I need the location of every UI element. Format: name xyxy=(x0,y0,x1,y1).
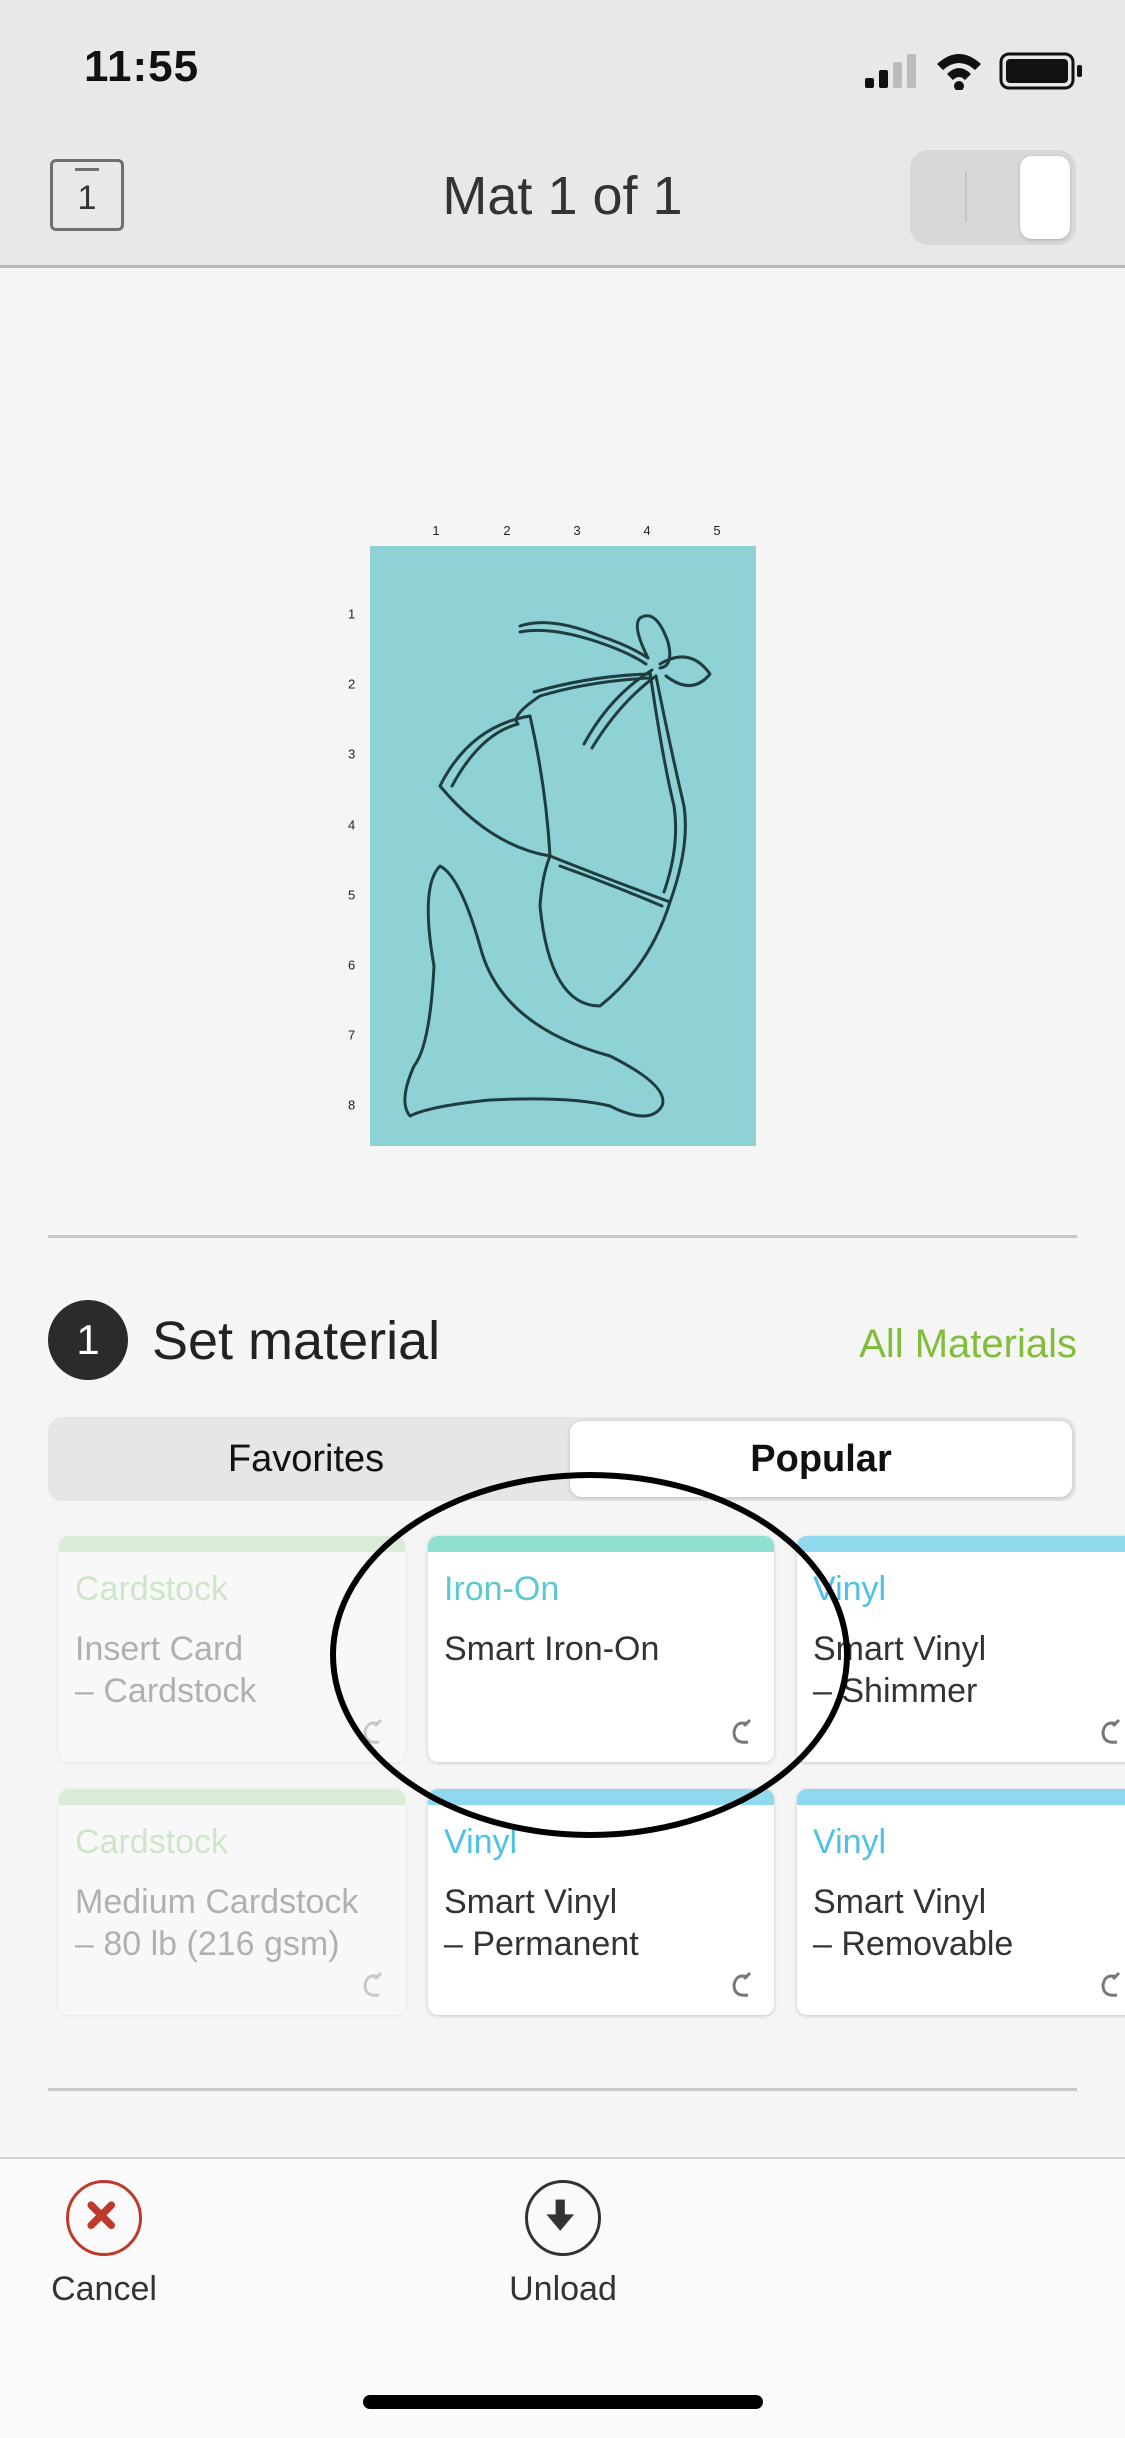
card-category: Iron-On xyxy=(444,1570,560,1608)
card-material-name: Medium Cardstock – 80 lb (216 gsm) xyxy=(75,1883,359,1963)
ruler-tick: 5 xyxy=(713,523,721,538)
ruler-tick: 6 xyxy=(348,957,356,973)
material-card[interactable]: Iron-On Smart Iron-On xyxy=(428,1536,774,1762)
step-number-badge: 1 xyxy=(48,1300,128,1380)
tab-favorites[interactable]: Favorites xyxy=(52,1421,560,1497)
card-color-band xyxy=(797,1536,1125,1552)
mirror-toggle[interactable] xyxy=(910,150,1076,245)
unload-icon xyxy=(525,2180,601,2256)
ruler-tick: 1 xyxy=(348,606,356,622)
cricut-c-icon xyxy=(363,1971,383,1997)
card-category: Vinyl xyxy=(444,1823,518,1861)
status-icons xyxy=(865,52,1082,90)
battery-icon xyxy=(999,52,1082,90)
bikini-design-image xyxy=(403,614,712,1118)
toggle-track-mark xyxy=(965,172,967,222)
card-material-name: Insert Card – Cardstock xyxy=(75,1630,257,1710)
material-tabs: Favorites Popular xyxy=(48,1417,1076,1501)
ruler-tick: 7 xyxy=(348,1027,356,1043)
card-category: Cardstock xyxy=(75,1823,229,1861)
toggle-knob[interactable] xyxy=(1020,156,1070,239)
card-category: Vinyl xyxy=(813,1570,887,1608)
card-category: Cardstock xyxy=(75,1570,229,1608)
material-card[interactable]: Vinyl Smart Vinyl – Shimmer xyxy=(797,1536,1125,1762)
card-color-band xyxy=(797,1789,1125,1805)
ruler-tick: 1 xyxy=(432,523,440,538)
ruler-tick: 3 xyxy=(573,523,581,538)
card-material-name: Smart Vinyl – Removable xyxy=(813,1883,1014,1963)
card-category: Vinyl xyxy=(813,1823,887,1861)
ruler-top: 1 2 3 4 5 xyxy=(370,523,756,543)
cancel-icon xyxy=(66,2180,142,2256)
home-indicator xyxy=(363,2395,763,2409)
cancel-button[interactable]: Cancel xyxy=(4,2180,204,2310)
all-materials-link[interactable]: All Materials xyxy=(859,1322,1077,1367)
unload-button[interactable]: Unload xyxy=(463,2180,663,2310)
tab-popular[interactable]: Popular xyxy=(570,1421,1072,1497)
ruler-tick: 8 xyxy=(348,1097,356,1113)
unload-label: Unload xyxy=(509,2270,617,2308)
card-material-name: Smart Vinyl – Shimmer xyxy=(813,1630,987,1710)
material-card[interactable]: Cardstock Medium Cardstock – 80 lb (216 … xyxy=(59,1789,405,2015)
section-title: Set material xyxy=(152,1311,441,1371)
ruler-tick: 3 xyxy=(348,746,356,762)
card-color-band xyxy=(59,1789,405,1805)
mat-canvas[interactable] xyxy=(370,546,756,1146)
cricut-c-icon xyxy=(363,1718,383,1744)
ruler-tick: 2 xyxy=(348,676,356,692)
cricut-c-icon xyxy=(1101,1971,1121,1997)
divider-top xyxy=(48,1235,1077,1238)
status-bar: 11:55 xyxy=(0,0,1125,133)
material-card[interactable]: Vinyl Smart Vinyl – Removable xyxy=(797,1789,1125,2015)
material-card[interactable]: Cardstock Insert Card – Cardstock xyxy=(59,1536,405,1762)
cancel-label: Cancel xyxy=(51,2270,157,2308)
status-time: 11:55 xyxy=(84,42,200,91)
card-material-name: Smart Vinyl – Permanent xyxy=(444,1883,639,1963)
cricut-c-icon xyxy=(732,1718,752,1744)
cricut-c-icon xyxy=(732,1971,752,1997)
cellular-signal-icon xyxy=(865,54,916,88)
cricut-c-icon xyxy=(1101,1718,1121,1744)
card-color-band xyxy=(428,1536,774,1552)
divider-bottom xyxy=(48,2088,1077,2091)
ruler-left: 1 2 3 4 5 6 7 8 xyxy=(340,545,360,1145)
card-material-name: Smart Iron-On xyxy=(444,1630,660,1668)
card-color-band xyxy=(59,1536,405,1552)
card-color-band xyxy=(428,1789,774,1805)
wifi-icon xyxy=(937,54,981,90)
ruler-tick: 4 xyxy=(643,523,651,538)
ruler-tick: 2 xyxy=(503,523,511,538)
material-card[interactable]: Vinyl Smart Vinyl – Permanent xyxy=(428,1789,774,2015)
ruler-tick: 5 xyxy=(348,887,356,903)
ruler-tick: 4 xyxy=(348,817,356,833)
